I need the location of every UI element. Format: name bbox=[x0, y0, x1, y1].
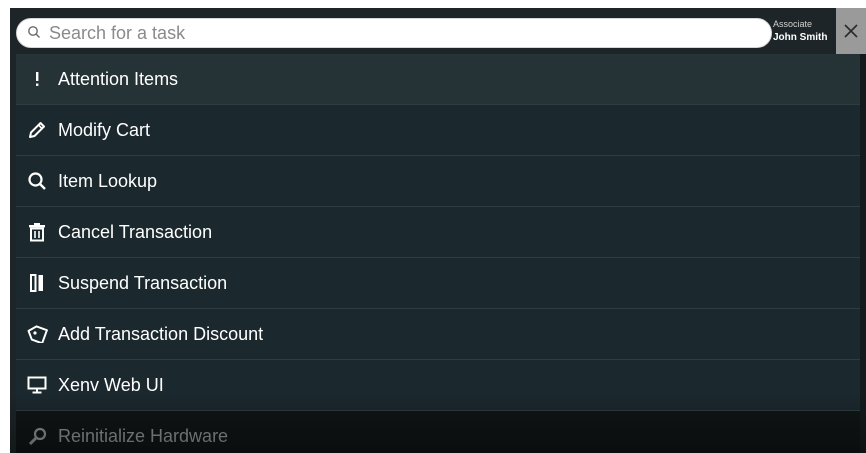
tag-icon bbox=[26, 323, 48, 345]
menu-item-label: Cancel Transaction bbox=[58, 221, 213, 242]
menu-item-xenv-web-ui[interactable]: Xenv Web UI bbox=[16, 360, 866, 411]
monitor-icon bbox=[26, 374, 48, 396]
scroll-edge bbox=[860, 54, 866, 453]
menu-item-label: Reinitialize Hardware bbox=[58, 426, 229, 446]
search-icon bbox=[27, 25, 43, 41]
close-icon bbox=[844, 24, 858, 38]
menu-item-item-lookup[interactable]: Item Lookup bbox=[16, 156, 866, 207]
menu-item-label: Item Lookup bbox=[58, 170, 158, 191]
close-button[interactable] bbox=[836, 8, 866, 54]
exclamation-icon bbox=[26, 68, 48, 90]
menu-item-label: Add Transaction Discount bbox=[58, 323, 264, 344]
pencil-icon bbox=[26, 119, 48, 141]
menu-item-label: Xenv Web UI bbox=[58, 374, 164, 395]
top-bar: Associate John Smith bbox=[10, 8, 866, 54]
menu-item-suspend-transaction[interactable]: Suspend Transaction bbox=[16, 258, 866, 309]
menu-item-add-transaction-discount[interactable]: Add Transaction Discount bbox=[16, 309, 866, 360]
task-menu: Attention Items Modify Cart Item Lookup bbox=[16, 54, 866, 453]
trash-icon bbox=[26, 221, 48, 243]
menu-item-label: Attention Items bbox=[58, 68, 179, 89]
associate-name: John Smith bbox=[773, 32, 828, 43]
search-input[interactable] bbox=[49, 22, 771, 44]
search-icon bbox=[26, 170, 48, 192]
associate-info: Associate John Smith bbox=[773, 18, 833, 48]
wrench-icon bbox=[26, 426, 48, 448]
menu-item-label: Modify Cart bbox=[58, 119, 151, 140]
menu-item-label: Suspend Transaction bbox=[58, 272, 228, 293]
pause-icon bbox=[26, 272, 48, 294]
search-box[interactable] bbox=[16, 18, 772, 48]
menu-item-reinitialize-hardware[interactable]: Reinitialize Hardware bbox=[16, 411, 866, 453]
menu-item-modify-cart[interactable]: Modify Cart bbox=[16, 105, 866, 156]
task-menu-panel: Associate John Smith Attention Items bbox=[10, 8, 866, 453]
associate-role: Associate bbox=[773, 19, 813, 29]
menu-item-attention-items[interactable]: Attention Items bbox=[16, 54, 866, 105]
menu-item-cancel-transaction[interactable]: Cancel Transaction bbox=[16, 207, 866, 258]
